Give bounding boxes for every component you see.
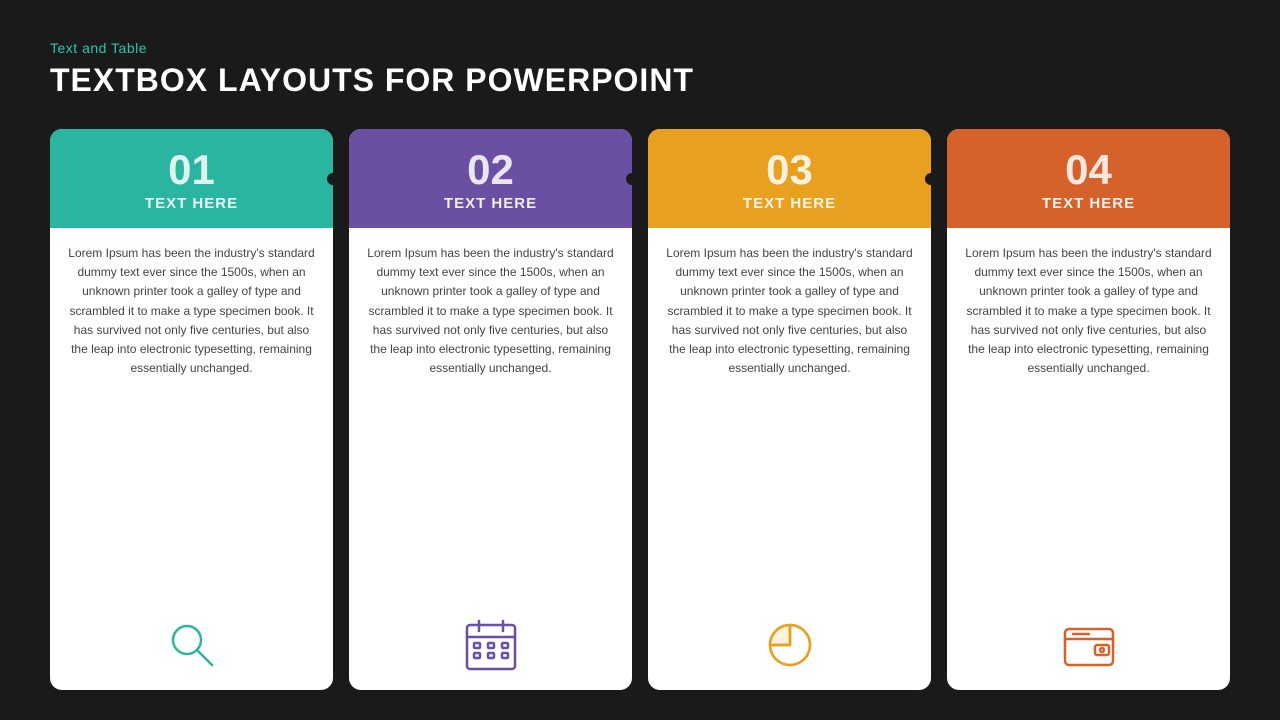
card-3-number: 03 [766, 149, 813, 191]
card-4: 04 TEXT HERE Lorem Ipsum has been the in… [947, 129, 1230, 690]
card-2-text: Lorem Ipsum has been the industry's stan… [363, 244, 618, 598]
card-2-body: Lorem Ipsum has been the industry's stan… [349, 228, 632, 690]
cards-container: 01 TEXT HERE Lorem Ipsum has been the in… [50, 129, 1230, 690]
card-4-body: Lorem Ipsum has been the industry's stan… [947, 228, 1230, 690]
card-3-icon [760, 610, 820, 680]
slide: Text and Table TEXTBOX LAYOUTS FOR POWER… [0, 0, 1280, 720]
card-3-connector [922, 170, 931, 188]
card-2-connector [623, 170, 632, 188]
card-1-connector [324, 170, 333, 188]
card-2-number: 02 [467, 149, 514, 191]
card-1-header: 01 TEXT HERE [50, 129, 333, 228]
slide-subtitle: Text and Table [50, 40, 1230, 56]
card-2-header: 02 TEXT HERE [349, 129, 632, 228]
card-2-icon [461, 610, 521, 680]
card-1-text: Lorem Ipsum has been the industry's stan… [64, 244, 319, 598]
card-1-number: 01 [168, 149, 215, 191]
card-1-label: TEXT HERE [145, 195, 238, 212]
card-4-number: 04 [1065, 149, 1112, 191]
card-4-text: Lorem Ipsum has been the industry's stan… [961, 244, 1216, 598]
card-1: 01 TEXT HERE Lorem Ipsum has been the in… [50, 129, 333, 690]
card-4-icon [1059, 610, 1119, 680]
card-3-body: Lorem Ipsum has been the industry's stan… [648, 228, 931, 690]
card-3-text: Lorem Ipsum has been the industry's stan… [662, 244, 917, 598]
card-4-header: 04 TEXT HERE [947, 129, 1230, 228]
card-3: 03 TEXT HERE Lorem Ipsum has been the in… [648, 129, 931, 690]
slide-title: TEXTBOX LAYOUTS FOR POWERPOINT [50, 62, 1230, 99]
card-1-body: Lorem Ipsum has been the industry's stan… [50, 228, 333, 690]
card-2: 02 TEXT HERE Lorem Ipsum has been the in… [349, 129, 632, 690]
card-4-label: TEXT HERE [1042, 195, 1135, 212]
card-2-label: TEXT HERE [444, 195, 537, 212]
card-3-header: 03 TEXT HERE [648, 129, 931, 228]
card-3-label: TEXT HERE [743, 195, 836, 212]
card-1-icon [162, 610, 222, 680]
